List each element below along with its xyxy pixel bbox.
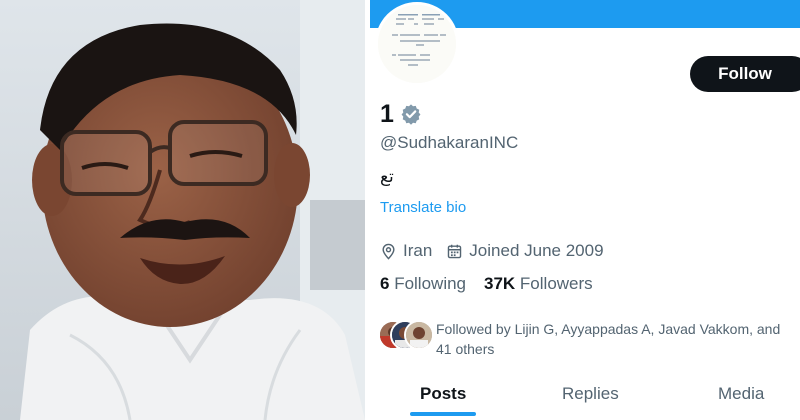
followers-count: 37K <box>484 274 516 293</box>
tab-replies[interactable]: Replies <box>562 384 619 404</box>
profile-join-date: Joined June 2009 <box>469 241 604 260</box>
verified-badge-icon[interactable] <box>400 103 422 125</box>
location-pin-icon <box>382 243 395 260</box>
profile-location: Iran <box>403 241 433 260</box>
active-tab-indicator <box>410 412 476 416</box>
following-link[interactable]: 6 Following <box>380 274 466 294</box>
profile-display-name: 1 <box>380 99 394 128</box>
profile-panel: Follow 1 @SudhakaranINC تع Translate bio… <box>370 0 800 420</box>
translate-bio-link[interactable]: Translate bio <box>380 199 466 216</box>
calendar-icon <box>448 244 462 258</box>
profile-owner-photo <box>0 0 365 420</box>
follower-avatar <box>404 320 434 350</box>
followed-by-text: Followed by Lijin G, Ayyappadas A, Javad… <box>436 321 781 357</box>
profile-avatar[interactable] <box>375 2 459 86</box>
follow-button[interactable]: Follow <box>690 56 800 92</box>
profile-meta: Iran Joined June 2009 <box>380 240 604 262</box>
followers-you-know-avatars <box>378 318 434 350</box>
followed-by[interactable]: Followed by Lijin G, Ayyappadas A, Javad… <box>378 318 796 359</box>
profile-tabs: Posts Replies Media <box>370 368 800 420</box>
followers-label: Followers <box>515 274 593 293</box>
following-label: Following <box>389 274 467 293</box>
profile-handle: @SudhakaranINC <box>380 133 519 152</box>
profile-stats: 6 Following 37K Followers <box>380 274 593 294</box>
followers-link[interactable]: 37K Followers <box>484 274 593 294</box>
tab-posts[interactable]: Posts <box>420 384 466 404</box>
profile-bio: تع <box>380 167 394 187</box>
tab-media[interactable]: Media <box>718 384 764 404</box>
profile-name-row: 1 <box>380 98 422 130</box>
